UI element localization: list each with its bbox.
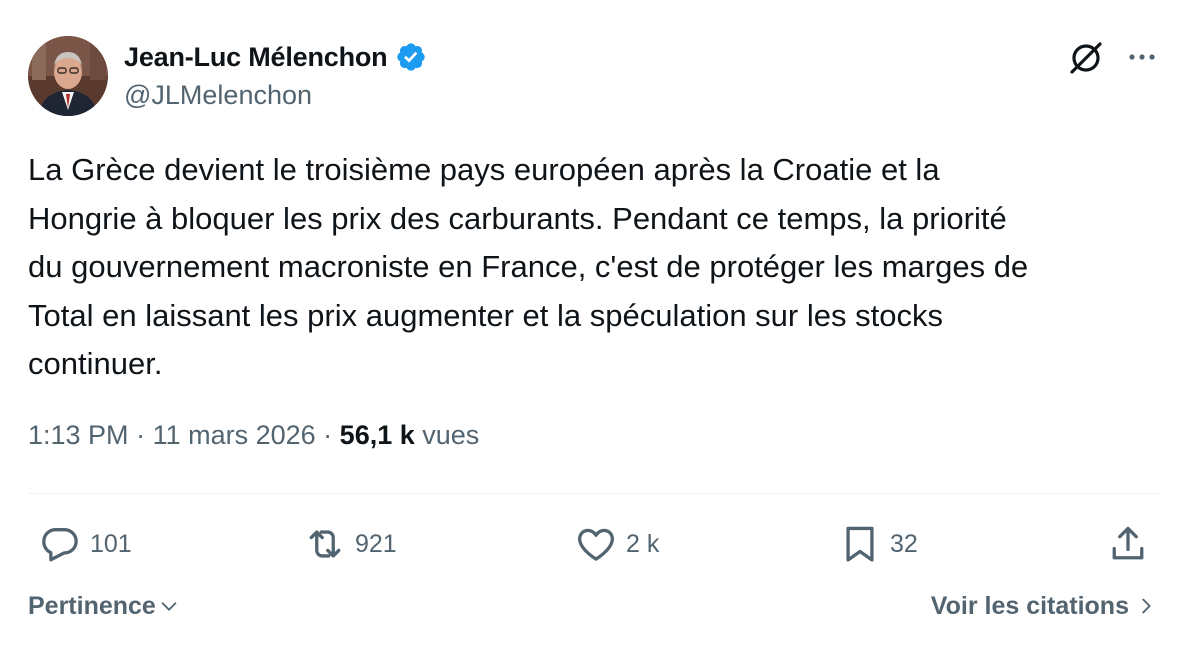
heart-icon — [578, 528, 614, 561]
sort-label: Pertinence — [28, 591, 156, 620]
reply-icon — [42, 528, 78, 562]
divider — [28, 493, 1160, 494]
reply-count: 101 — [90, 529, 132, 558]
reply-button[interactable]: 101 — [38, 522, 132, 566]
verified-badge-icon — [395, 41, 427, 73]
like-button[interactable]: 2 k — [574, 522, 659, 566]
sort-dropdown[interactable]: Pertinence — [28, 588, 180, 624]
author-name[interactable]: Jean-Luc Mélenchon — [124, 42, 388, 73]
views-count[interactable]: 56,1 k — [340, 420, 415, 450]
chevron-down-icon — [161, 602, 177, 611]
more-options-icon[interactable] — [1124, 42, 1160, 72]
share-button[interactable] — [1106, 522, 1150, 566]
author-name-row[interactable]: Jean-Luc Mélenchon — [124, 40, 427, 74]
share-icon — [1112, 526, 1144, 560]
bookmark-button[interactable]: 32 — [838, 522, 918, 566]
bookmark-icon — [846, 526, 874, 562]
retweet-button[interactable]: 921 — [303, 522, 397, 566]
view-quotes-label: Voir les citations — [930, 591, 1129, 620]
tweet-text: La Grèce devient le troisième pays europ… — [28, 152, 1029, 381]
tweet-time[interactable]: 1:13 PM — [28, 420, 129, 450]
retweet-icon — [309, 530, 341, 558]
bookmark-count: 32 — [890, 529, 918, 558]
tweet-meta: 1:13 PM · 11 mars 2026 · 56,1 k vues — [28, 420, 479, 451]
view-quotes-link[interactable]: Voir les citations — [931, 588, 1157, 624]
meta-separator: · — [315, 420, 340, 450]
avatar[interactable] — [28, 36, 108, 116]
author-handle[interactable]: @JLMelenchon — [124, 80, 312, 111]
tweet-date[interactable]: 11 mars 2026 — [153, 420, 316, 450]
grok-icon[interactable] — [1066, 38, 1106, 78]
avatar-image — [28, 36, 108, 116]
chevron-right-icon — [1142, 598, 1151, 614]
like-count: 2 k — [626, 529, 660, 558]
views-label: vues — [414, 420, 480, 450]
meta-separator: · — [128, 420, 153, 450]
retweet-count: 921 — [355, 529, 397, 558]
